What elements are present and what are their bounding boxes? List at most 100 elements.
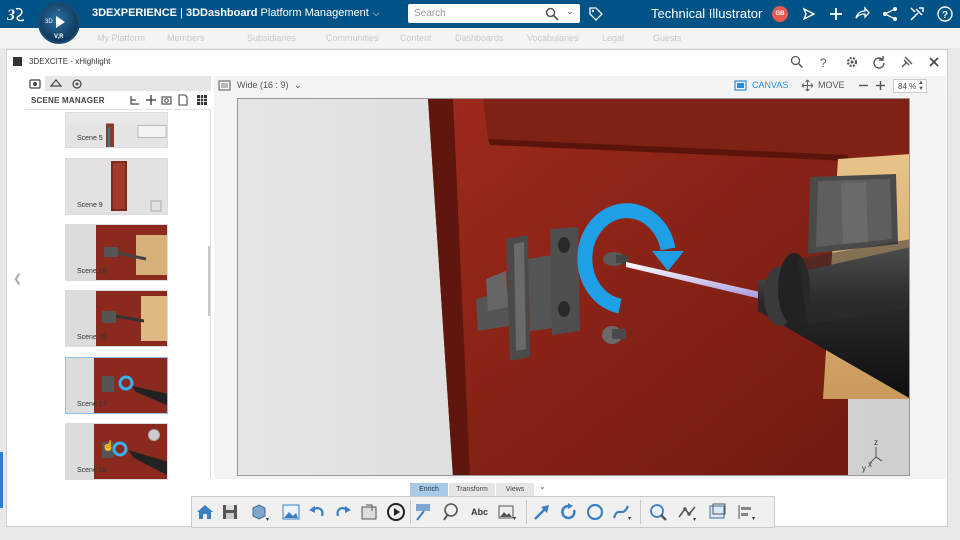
- insert-image-button[interactable]: [280, 501, 302, 523]
- curve-tool-button[interactable]: ▾: [611, 501, 633, 523]
- align-button[interactable]: ▾: [735, 501, 757, 523]
- add-scene-icon[interactable]: [145, 94, 157, 106]
- objects-tab-icon[interactable]: [46, 76, 66, 91]
- grid-view-icon[interactable]: [196, 94, 208, 106]
- scene-select-radio[interactable]: [148, 429, 160, 441]
- scene-thumbnail[interactable]: Scene 15: [65, 290, 168, 347]
- hierarchy-icon[interactable]: [129, 94, 141, 106]
- svg-text:▾: ▾: [752, 516, 755, 522]
- toolbar-separator: [410, 500, 411, 524]
- scene-thumbnail[interactable]: Scene 16: [65, 224, 168, 281]
- zoom-in-icon[interactable]: [874, 79, 887, 92]
- help-icon[interactable]: ?: [936, 5, 954, 23]
- publish-button[interactable]: [358, 501, 380, 523]
- image-tool-button[interactable]: ▾: [496, 501, 518, 523]
- layout-button[interactable]: [707, 501, 729, 523]
- save-button[interactable]: [219, 501, 241, 523]
- dashboard-tab[interactable]: Legal: [602, 33, 624, 43]
- rotate-arrow-icon: [561, 503, 576, 520]
- chevron-down-icon[interactable]: ⌄: [294, 80, 302, 91]
- tag-icon[interactable]: [588, 6, 604, 22]
- tools-icon[interactable]: [908, 5, 926, 23]
- tab-views[interactable]: Views: [496, 483, 534, 496]
- forward-icon[interactable]: [853, 5, 871, 23]
- picture-icon: ▾: [498, 505, 516, 522]
- circle-tool-button[interactable]: [584, 501, 606, 523]
- dashboard-tab[interactable]: Content: [400, 33, 432, 43]
- search-scope-chevron-icon[interactable]: ⌄: [566, 6, 574, 17]
- redo-button[interactable]: [332, 501, 354, 523]
- svg-text:▾: ▾: [628, 516, 631, 522]
- panel-collapse-left-icon[interactable]: ❮: [13, 272, 22, 285]
- toolbar-collapse-icon[interactable]: ⌄: [539, 482, 551, 495]
- svg-text:3: 3: [6, 7, 15, 24]
- undo-button[interactable]: [306, 501, 328, 523]
- platform-brand[interactable]: 3DEXPERIENCE | 3DDashboard Platform Mana…: [92, 7, 380, 19]
- home-button[interactable]: [194, 501, 216, 523]
- network-icon[interactable]: [881, 5, 899, 23]
- dashboard-tab[interactable]: Dashboards: [455, 33, 504, 43]
- share-icon[interactable]: [800, 5, 818, 23]
- ds-logo-icon[interactable]: 3: [6, 4, 28, 24]
- camera-tab-icon[interactable]: [25, 76, 45, 91]
- side-drawer-handle[interactable]: [0, 452, 3, 508]
- avatar[interactable]: GB: [772, 6, 788, 22]
- scene-manager-header: SCENE MANAGER: [25, 91, 211, 110]
- zoom-input[interactable]: [894, 80, 918, 92]
- play-icon: [387, 503, 405, 521]
- scene-thumbnail[interactable]: Scene 9: [65, 158, 168, 215]
- chevron-down-icon[interactable]: ⌵: [373, 8, 380, 19]
- 3d-scene-render[interactable]: z y x: [238, 99, 910, 476]
- text-tool-button[interactable]: Abc: [471, 507, 488, 517]
- path-icon: ▾: [678, 506, 696, 523]
- dashboard-tab[interactable]: Vocabularies: [527, 33, 579, 43]
- move-icon[interactable]: [801, 79, 814, 92]
- pin-icon[interactable]: [900, 55, 914, 69]
- settings-icon[interactable]: [845, 55, 859, 69]
- measure-button[interactable]: [439, 501, 461, 523]
- zoom-field[interactable]: ▲▼: [893, 79, 927, 93]
- help-icon[interactable]: ?: [817, 55, 831, 69]
- insert-model-button[interactable]: ▾: [248, 501, 270, 523]
- compass-play-icon: [56, 16, 65, 28]
- dashboard-tab[interactable]: Members: [167, 33, 205, 43]
- aspect-ratio-select[interactable]: Wide (16 : 9): [237, 80, 289, 90]
- username[interactable]: Technical Illustrator: [651, 6, 762, 21]
- search-input[interactable]: [414, 6, 542, 21]
- tab-enrich[interactable]: Enrich: [410, 483, 448, 496]
- dashboard-tab[interactable]: My Platform: [97, 33, 145, 43]
- zoom-stepper-icon[interactable]: ▲ ▼: [918, 80, 924, 92]
- magnifier-button[interactable]: [647, 501, 669, 523]
- refresh-icon[interactable]: [872, 55, 886, 69]
- close-icon[interactable]: [927, 55, 941, 69]
- search-icon[interactable]: [790, 55, 804, 69]
- scene-thumbnail-selected[interactable]: Scene 17: [65, 357, 168, 414]
- play-button[interactable]: [385, 501, 407, 523]
- rotate-arrow-button[interactable]: [558, 501, 580, 523]
- panel-tabs: [25, 76, 211, 91]
- canvas-icon[interactable]: [734, 79, 747, 92]
- search-icon[interactable]: [545, 7, 559, 21]
- search-box[interactable]: ⌄: [408, 4, 580, 23]
- tab-transform[interactable]: Transform: [449, 483, 495, 496]
- scene-label: Scene 18: [77, 467, 107, 474]
- aspect-ratio-icon[interactable]: [218, 79, 231, 92]
- compass-icon[interactable]: ◦ 3D V,R: [38, 2, 80, 44]
- scene-thumbnail[interactable]: Scene 5: [65, 112, 168, 148]
- scene-list-scrollbar[interactable]: [208, 246, 210, 316]
- path-tool-button[interactable]: ▾: [676, 501, 698, 523]
- materials-tab-icon[interactable]: [67, 76, 87, 91]
- dashboard-tab[interactable]: Subsidiaries: [247, 33, 296, 43]
- dashboard-tab[interactable]: Communities: [326, 33, 379, 43]
- brand-prefix: 3DEXPERIENCE: [92, 7, 177, 19]
- capture-scene-icon[interactable]: [161, 94, 173, 106]
- dashboard-tab[interactable]: Guests: [653, 33, 682, 43]
- arrow-tool-button[interactable]: [531, 501, 553, 523]
- annotation-button[interactable]: [412, 501, 434, 523]
- add-icon[interactable]: [827, 5, 845, 23]
- canvas-mode-button[interactable]: CANVAS: [752, 80, 788, 90]
- zoom-out-icon[interactable]: [857, 79, 870, 92]
- 3d-canvas[interactable]: z y x: [237, 98, 910, 476]
- export-scene-icon[interactable]: [177, 94, 189, 106]
- move-mode-button[interactable]: MOVE: [818, 80, 845, 90]
